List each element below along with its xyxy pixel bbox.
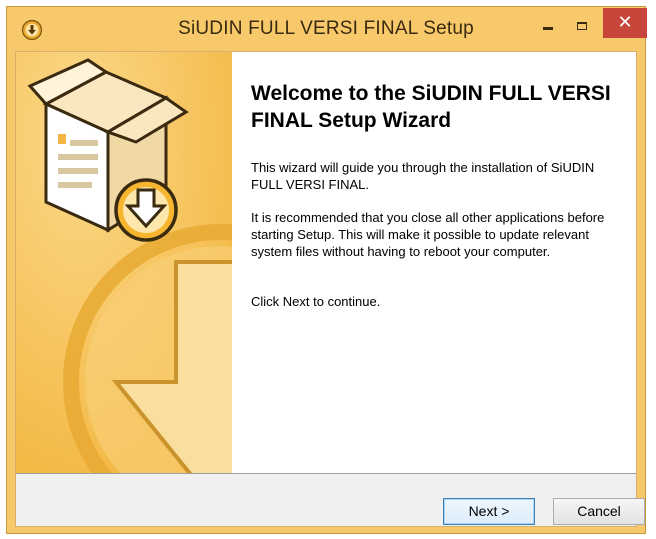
welcome-heading: Welcome to the SiUDIN FULL VERSI FINAL S… xyxy=(251,82,611,132)
continue-instruction: Click Next to continue. xyxy=(251,294,381,309)
maximize-icon xyxy=(577,22,587,30)
maximize-button[interactable] xyxy=(569,15,595,37)
cancel-button[interactable]: Cancel xyxy=(553,498,645,525)
minimize-button[interactable] xyxy=(535,15,561,37)
welcome-content: Welcome to the SiUDIN FULL VERSI FINAL S… xyxy=(232,52,636,473)
wizard-client-area: Welcome to the SiUDIN FULL VERSI FINAL S… xyxy=(15,51,645,527)
banner-graphic xyxy=(16,52,232,473)
welcome-banner-image xyxy=(16,52,232,473)
next-button[interactable]: Next > xyxy=(443,498,535,525)
setup-window: SiUDIN FULL VERSI FINAL Setup ✕ Welcome … xyxy=(6,6,647,534)
close-button[interactable]: ✕ xyxy=(603,8,647,38)
footer-divider xyxy=(16,473,636,474)
intro-paragraph: This wizard will guide you through the i… xyxy=(251,160,595,192)
minimize-icon xyxy=(543,26,553,30)
download-arrow-icon xyxy=(114,178,178,242)
recommendation-paragraph: It is recommended that you close all oth… xyxy=(251,210,605,259)
title-bar[interactable]: SiUDIN FULL VERSI FINAL Setup ✕ xyxy=(7,7,647,51)
